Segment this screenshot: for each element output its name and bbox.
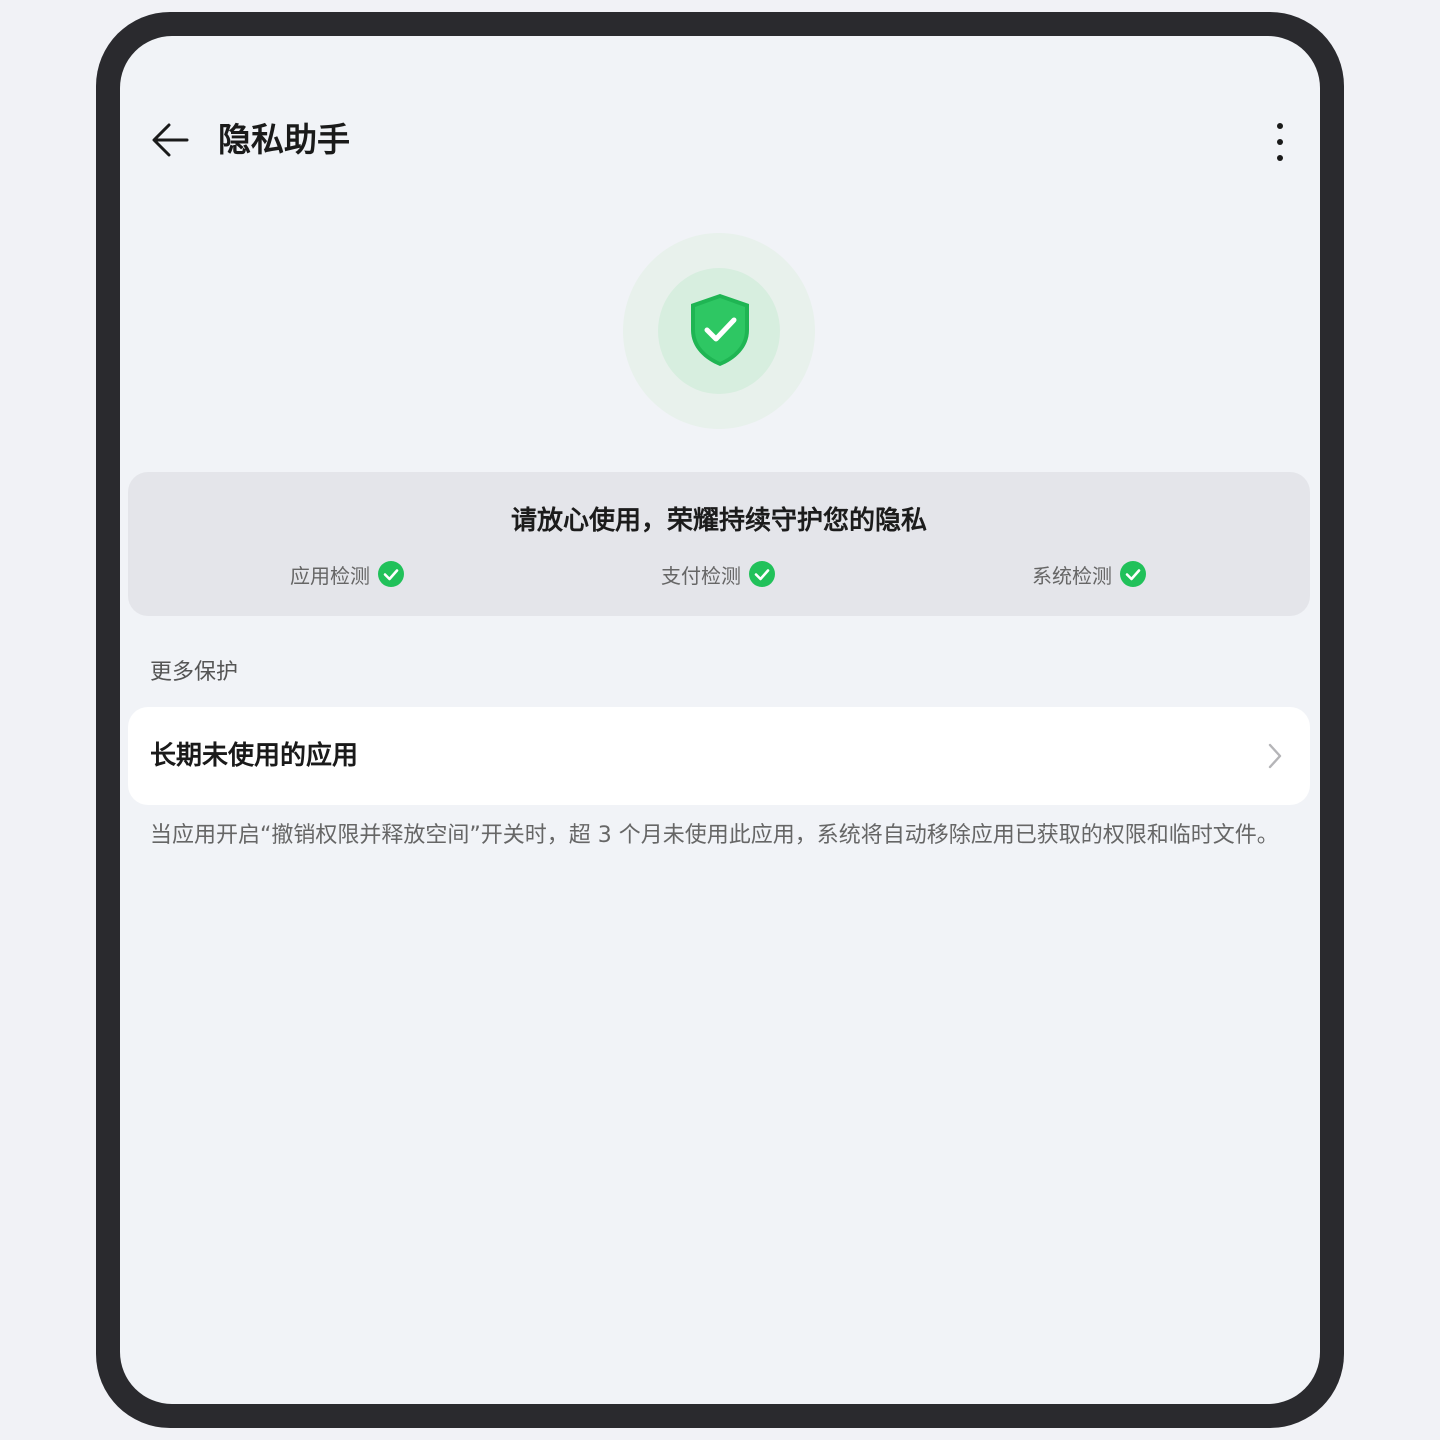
privacy-status-card: 请放心使用，荣耀持续守护您的隐私 应用检测 支付检测 系统检测 bbox=[128, 472, 1310, 616]
check-label: 应用检测 bbox=[290, 563, 370, 588]
list-item-label: 长期未使用的应用 bbox=[150, 741, 359, 771]
screen: 隐私助手 请放心使用，荣耀持续守护您的隐私 应用检测 支付检测 系统检测 更多保… bbox=[120, 36, 1320, 1404]
device-frame: 隐私助手 请放心使用，荣耀持续守护您的隐私 应用检测 支付检测 系统检测 更多保… bbox=[96, 12, 1344, 1428]
check-payment-detection: 支付检测 bbox=[661, 560, 775, 588]
check-app-detection: 应用检测 bbox=[290, 560, 404, 588]
check-label: 支付检测 bbox=[661, 563, 741, 588]
more-vertical-icon bbox=[1277, 123, 1283, 161]
check-circle-icon bbox=[749, 561, 775, 587]
more-options-button[interactable] bbox=[1258, 120, 1302, 164]
page-title: 隐私助手 bbox=[218, 120, 350, 159]
privacy-status-graphic bbox=[623, 233, 815, 429]
unused-apps-description: 当应用开启“撤销权限并释放空间”开关时，超 3 个月未使用此应用，系统将自动移除… bbox=[150, 823, 1279, 848]
status-message: 请放心使用，荣耀持续守护您的隐私 bbox=[510, 506, 927, 536]
arrow-left-icon bbox=[152, 123, 189, 157]
check-circle-icon bbox=[1120, 561, 1146, 587]
check-system-detection: 系统检测 bbox=[1032, 560, 1146, 588]
check-circle-icon bbox=[378, 561, 404, 587]
section-title-more-protection: 更多保护 bbox=[150, 660, 239, 685]
list-item-unused-apps[interactable]: 长期未使用的应用 bbox=[128, 707, 1310, 805]
chevron-right-icon bbox=[1268, 743, 1282, 769]
check-label: 系统检测 bbox=[1032, 563, 1112, 588]
back-button[interactable] bbox=[148, 118, 192, 162]
shield-check-icon bbox=[691, 294, 749, 366]
